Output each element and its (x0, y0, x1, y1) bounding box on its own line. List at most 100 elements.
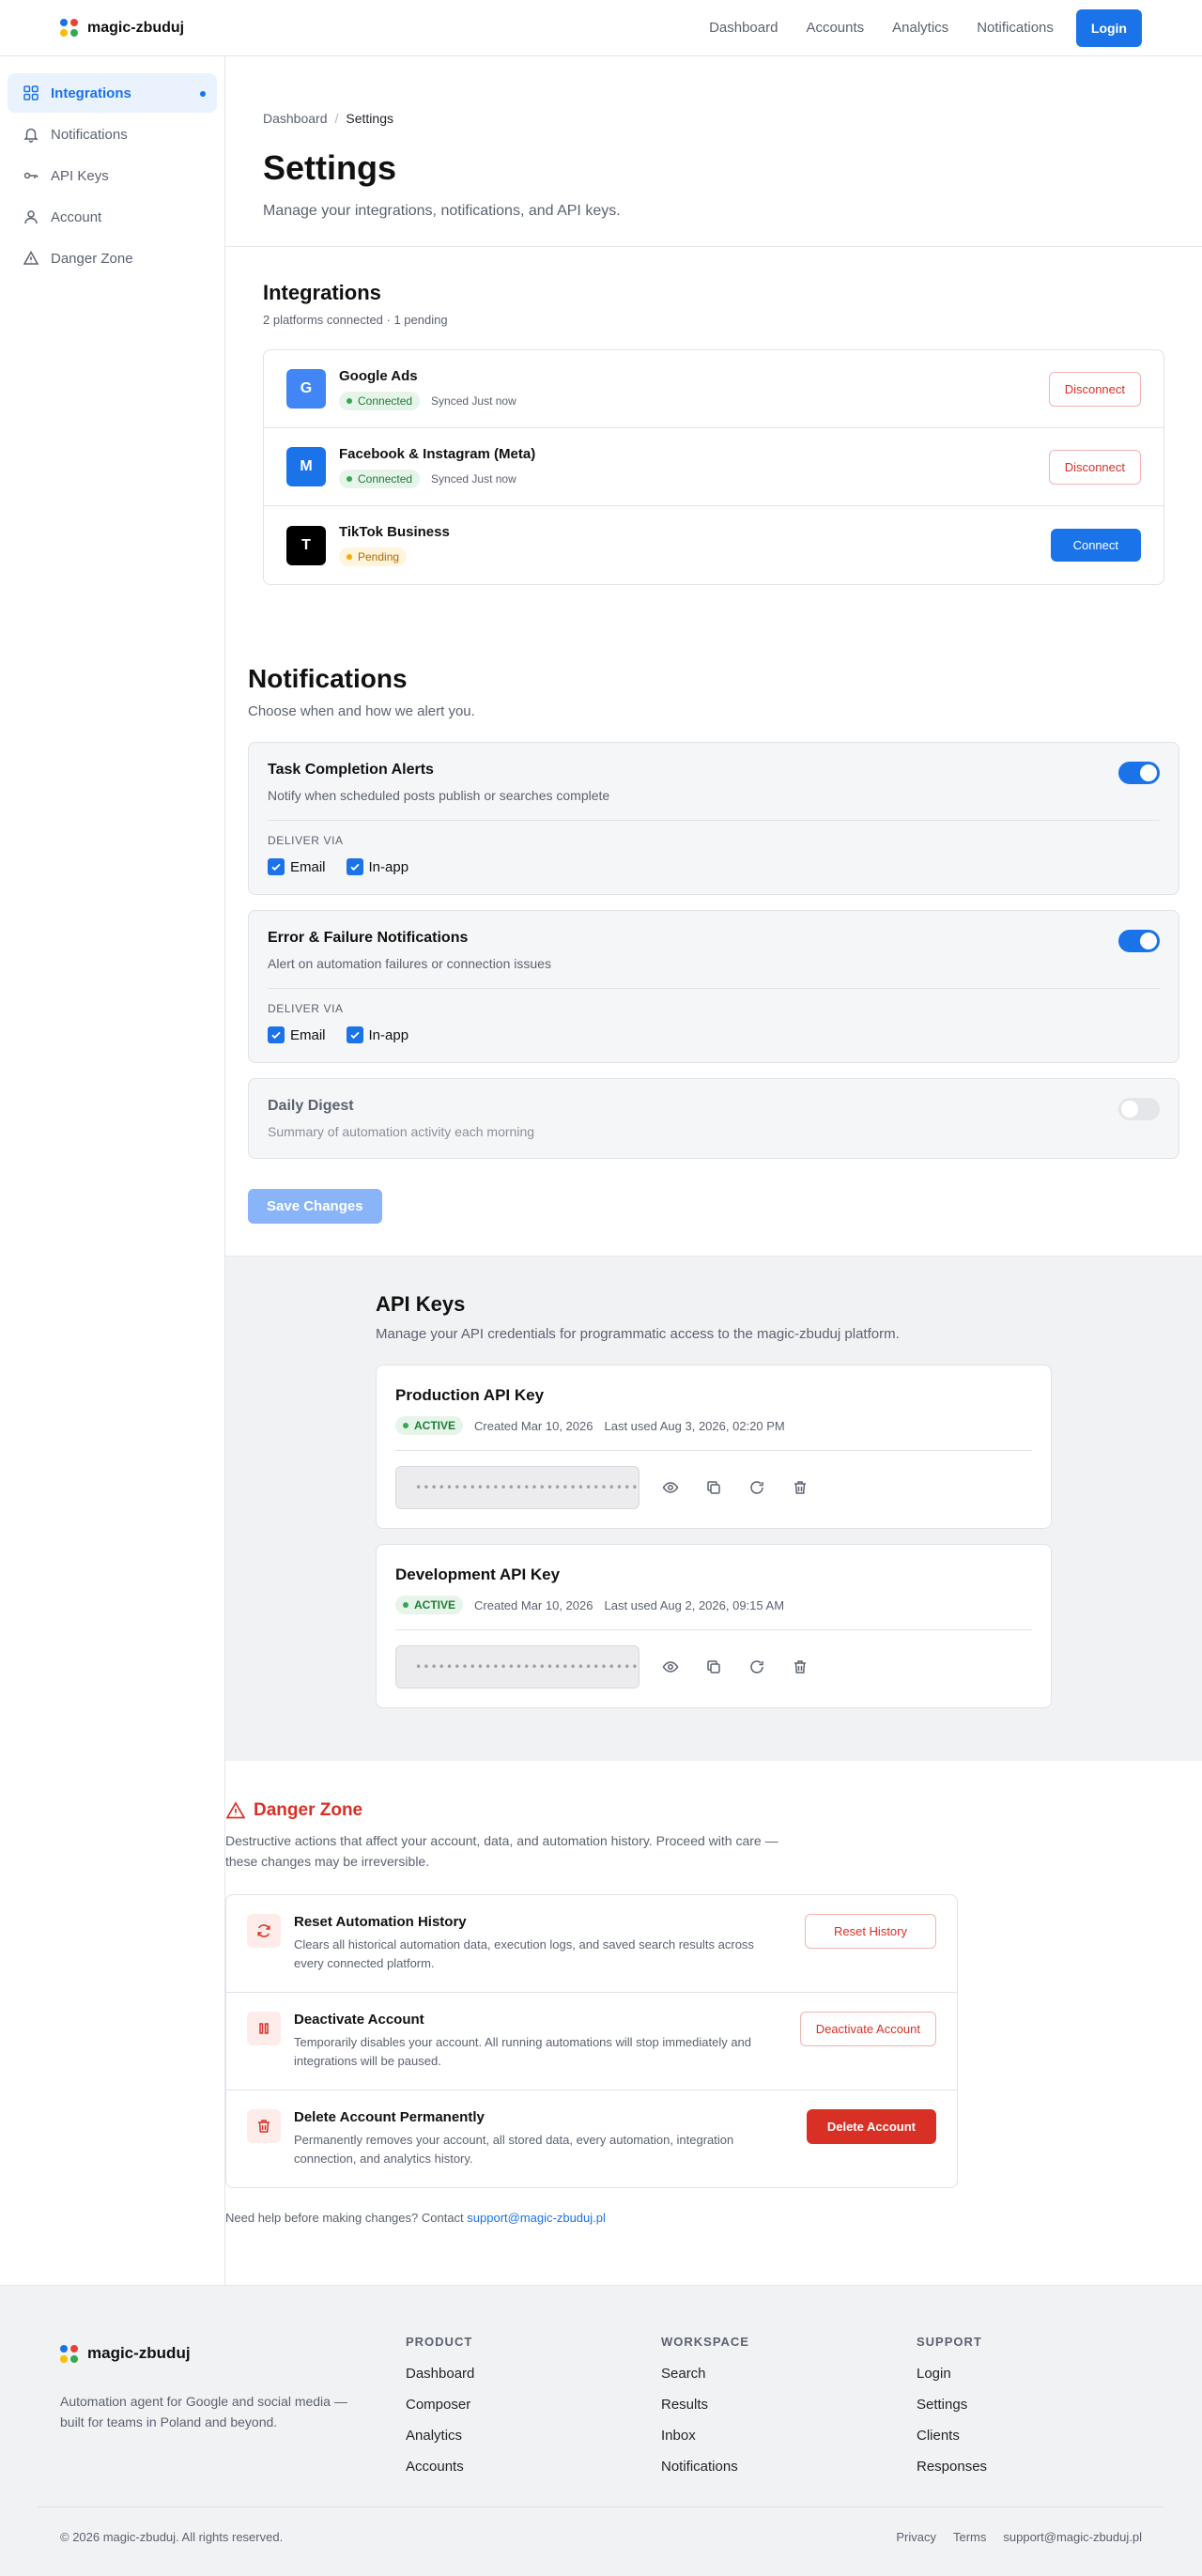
footer-column-title: SUPPORT (917, 2335, 982, 2349)
top-navbar: magic-zbuduj Dashboard Accounts Analytic… (0, 0, 1202, 56)
footer-link[interactable]: Analytics (406, 2428, 661, 2444)
disconnect-button[interactable]: Disconnect (1048, 449, 1141, 485)
nav-notifications[interactable]: Notifications (977, 20, 1054, 36)
copy-icon[interactable] (701, 1475, 726, 1500)
api-key-name: Development API Key (395, 1566, 561, 1583)
support-email-link[interactable]: support@magic-zbuduj.pl (467, 2211, 606, 2225)
notification-title: Task Completion Alerts (268, 762, 434, 778)
breadcrumb-dashboard[interactable]: Dashboard (263, 111, 328, 126)
nav-accounts[interactable]: Accounts (806, 20, 864, 36)
trash-icon (247, 2109, 281, 2143)
divider (395, 1629, 1032, 1630)
brand-name: magic-zbuduj (87, 19, 185, 36)
regenerate-icon[interactable] (745, 1475, 769, 1500)
api-keys-section: API Keys Manage your API credentials for… (225, 1256, 1202, 1761)
status-badge: ACTIVE (395, 1416, 464, 1435)
notification-card-task-completion: Task Completion Alerts Notify when sched… (248, 742, 1179, 895)
support-email-link[interactable]: support@magic-zbuduj.pl (1003, 2530, 1142, 2544)
last-used-date: Last used Aug 3, 2026, 02:20 PM (604, 1418, 785, 1433)
integrations-summary: 2 platforms connected · 1 pending (263, 313, 448, 327)
footer-brand[interactable]: magic-zbuduj (60, 2344, 406, 2363)
notification-description: Summary of automation activity each morn… (268, 1124, 535, 1139)
footer-link[interactable]: Search (661, 2366, 917, 2382)
copyright: © 2026 magic-zbuduj. All rights reserved… (60, 2530, 284, 2544)
status-badge: Pending (339, 548, 408, 566)
save-changes-button[interactable]: Save Changes (248, 1189, 382, 1224)
footer-link[interactable]: Responses (917, 2459, 987, 2475)
privacy-link[interactable]: Privacy (896, 2530, 936, 2544)
danger-action-description: Temporarily disables your account. All r… (294, 2035, 752, 2068)
footer-link[interactable]: Clients (917, 2428, 987, 2444)
footer-link[interactable]: Results (661, 2397, 917, 2413)
user-icon (24, 210, 38, 224)
api-key-card-development: Development API Key ACTIVE Created Mar 1… (376, 1544, 1052, 1708)
meta-logo: M (286, 447, 326, 486)
danger-action-description: Permanently removes your account, all st… (294, 2133, 734, 2166)
deliver-via-label: DELIVER VIA (268, 1002, 344, 1015)
warning-triangle-icon (225, 1801, 246, 1819)
active-indicator-dot (200, 91, 206, 97)
footer-link[interactable]: Settings (917, 2397, 987, 2413)
connect-button[interactable]: Connect (1050, 529, 1141, 562)
page-title: Settings (263, 148, 397, 187)
danger-row-delete-account: Delete Account Permanently Permanently r… (226, 2090, 957, 2187)
checkbox-label: Email (290, 858, 326, 875)
status-badge: Connected (339, 391, 421, 410)
integrations-section: Integrations 2 platforms connected · 1 p… (225, 247, 1202, 645)
sidebar-item-label: Integrations (51, 85, 131, 101)
delete-account-button[interactable]: Delete Account (806, 2109, 936, 2144)
copy-icon[interactable] (701, 1655, 726, 1679)
status-label: ACTIVE (414, 1598, 456, 1612)
sidebar-item-danger-zone[interactable]: Danger Zone (8, 239, 217, 278)
reset-history-button[interactable]: Reset History (804, 1914, 936, 1949)
sidebar-item-account[interactable]: Account (8, 197, 217, 237)
status-badge: Connected (339, 469, 421, 488)
toggle-knob (1140, 764, 1157, 781)
regenerate-icon[interactable] (745, 1655, 769, 1679)
logo-dot (60, 2354, 68, 2363)
footer-link[interactable]: Notifications (661, 2459, 917, 2475)
main-nav: Dashboard Accounts Analytics Notificatio… (709, 8, 1142, 47)
sidebar-item-api-keys[interactable]: API Keys (8, 156, 217, 195)
toggle-switch[interactable] (1118, 930, 1160, 952)
sidebar-item-notifications[interactable]: Notifications (8, 115, 217, 154)
email-checkbox[interactable]: Email (268, 858, 326, 875)
footer-link[interactable]: Login (917, 2366, 987, 2382)
toggle-switch[interactable] (1118, 1098, 1160, 1120)
danger-zone-section: Danger Zone Destructive actions that aff… (225, 1761, 1202, 2285)
eye-icon[interactable] (658, 1655, 683, 1679)
footer-tagline: Automation agent for Google and social m… (60, 2394, 347, 2429)
masked-api-key-field[interactable]: •••••••••••••••••••••••••••••••• (395, 1466, 640, 1509)
nav-dashboard[interactable]: Dashboard (709, 20, 778, 36)
toggle-switch[interactable] (1118, 762, 1160, 784)
checkbox-checked-icon (268, 858, 285, 875)
brand-logo[interactable]: magic-zbuduj (60, 19, 184, 37)
trash-icon[interactable] (788, 1655, 812, 1679)
terms-link[interactable]: Terms (953, 2530, 986, 2544)
email-checkbox[interactable]: Email (268, 1026, 326, 1043)
trash-icon[interactable] (788, 1475, 812, 1500)
checkbox-label: In-app (368, 858, 409, 875)
masked-api-key-field[interactable]: •••••••••••••••••••••••••••••••• (395, 1645, 640, 1689)
footer-link[interactable]: Inbox (661, 2428, 917, 2444)
footer-link[interactable]: Dashboard (406, 2366, 661, 2382)
footer-link[interactable]: Accounts (406, 2459, 661, 2475)
status-label: Connected (358, 393, 413, 408)
inapp-checkbox[interactable]: In-app (346, 858, 409, 875)
status-label: ACTIVE (414, 1419, 456, 1432)
sync-status: Synced Just now (431, 471, 516, 486)
login-button[interactable]: Login (1075, 8, 1142, 47)
disconnect-button[interactable]: Disconnect (1048, 371, 1141, 407)
deactivate-account-button[interactable]: Deactivate Account (799, 2012, 936, 2046)
footer-link[interactable]: Composer (406, 2397, 661, 2413)
integration-name: TikTok Business (339, 524, 450, 540)
inapp-checkbox[interactable]: In-app (346, 1026, 408, 1043)
eye-icon[interactable] (658, 1475, 683, 1500)
sidebar-item-label: API Keys (51, 167, 109, 184)
integration-row-google-ads: G Google Ads Connected Synced Just now D… (264, 350, 1163, 428)
api-keys-title: API Keys (376, 1292, 466, 1316)
checkbox-checked-icon (346, 1026, 363, 1043)
sidebar-item-integrations[interactable]: Integrations (8, 73, 217, 113)
nav-analytics[interactable]: Analytics (892, 20, 948, 36)
footer-column-product: PRODUCT Dashboard Composer Analytics Acc… (406, 2335, 661, 2475)
